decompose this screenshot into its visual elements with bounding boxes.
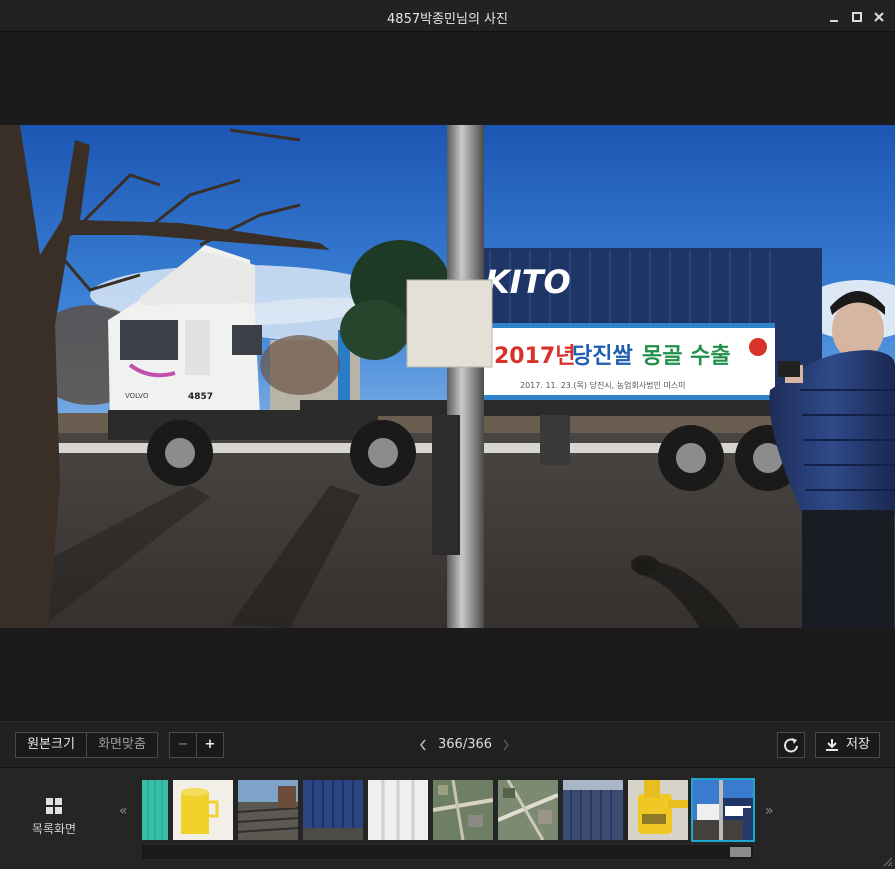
thumbnail[interactable] (498, 780, 558, 840)
chevron-left-icon (420, 739, 426, 751)
banner-city-text: 당진쌀 (572, 344, 633, 369)
page-counter: 366/366 (438, 737, 493, 752)
scrollbar-thumb[interactable] (730, 847, 751, 857)
title-bar: 4857박종민님의 사진 (0, 0, 895, 32)
main-photo: KITO 2017년 당진쌀 몽골 수출 2017. 11. 23.(목) 당진… (0, 125, 895, 628)
photo-pager: 366/366 (418, 737, 513, 755)
save-button[interactable]: 저장 (815, 732, 880, 758)
fit-screen-button[interactable]: 화면맞춤 (86, 732, 158, 758)
thumbnail[interactable] (238, 780, 298, 840)
minimize-icon (830, 20, 838, 22)
download-icon (826, 739, 838, 751)
next-photo-button[interactable] (501, 737, 511, 757)
thumbnail-scrollbar[interactable] (142, 845, 753, 859)
thumbnail[interactable] (628, 780, 688, 840)
viewer-toolbar: 원본크기 화면맞춤 − + 366/366 저장 (0, 721, 895, 768)
maximize-icon (852, 12, 862, 22)
container-brand-text: KITO (485, 263, 571, 301)
chevron-right-icon (503, 739, 509, 751)
zoom-out-button[interactable]: − (169, 732, 197, 758)
strip-prev-button[interactable]: « (119, 803, 128, 819)
banner-export-text: 몽골 수출 (642, 344, 731, 369)
save-label: 저장 (846, 737, 870, 752)
image-viewer[interactable]: KITO 2017년 당진쌀 몽골 수출 2017. 11. 23.(목) 당진… (0, 32, 895, 721)
truck-number-text: 4857 (188, 392, 213, 402)
banner-year-text: 2017년 (494, 344, 575, 369)
close-icon (874, 12, 884, 22)
close-button[interactable] (872, 9, 886, 23)
banner-subtitle-text: 2017. 11. 23.(목) 당진시, 농업회사법인 미스미 (520, 380, 686, 390)
thumbnail[interactable] (142, 780, 168, 840)
thumbnail[interactable] (368, 780, 428, 840)
maximize-button[interactable] (850, 9, 864, 23)
prev-photo-button[interactable] (418, 737, 428, 757)
zoom-in-button[interactable]: + (196, 732, 224, 758)
thumbnail[interactable] (563, 780, 623, 840)
thumbnail-strip: 목록화면 « » (0, 768, 895, 869)
list-view-label: 목록화면 (31, 822, 77, 836)
resize-grip-icon[interactable] (881, 855, 893, 867)
strip-next-button[interactable]: » (765, 803, 774, 819)
minimize-button[interactable] (827, 9, 841, 23)
thumbnail[interactable] (433, 780, 493, 840)
original-size-button[interactable]: 원본크기 (15, 732, 87, 758)
thumbnail[interactable] (173, 780, 233, 840)
truck-brand-text: VOLVO (125, 392, 149, 400)
rotate-button[interactable] (777, 732, 805, 758)
grid-icon (46, 798, 62, 814)
thumbnail[interactable] (303, 780, 363, 840)
rotate-icon (784, 738, 798, 753)
window-title: 4857박종민님의 사진 (387, 12, 508, 27)
list-view-button[interactable]: 목록화면 (20, 796, 88, 840)
thumbnail-selected[interactable] (691, 778, 755, 842)
